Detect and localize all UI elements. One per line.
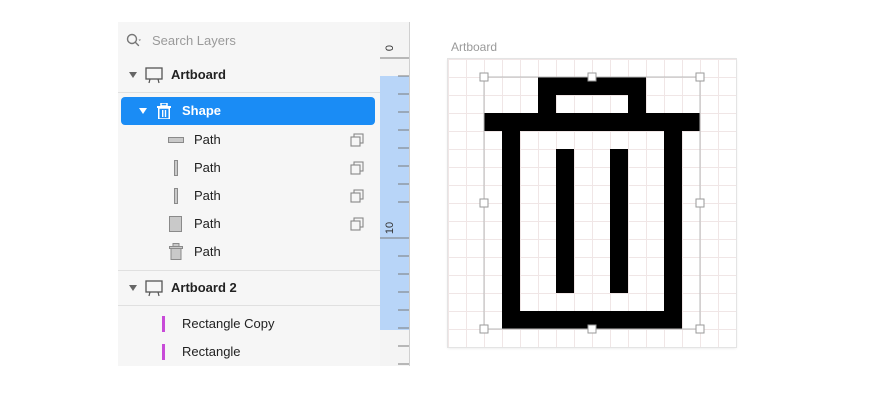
duplicate-icon[interactable] [350, 161, 364, 175]
layer-rectangle[interactable]: Rectangle [118, 338, 380, 366]
disclosure-triangle-icon[interactable] [138, 97, 148, 125]
resize-handle [695, 198, 705, 208]
ruler-ticks [380, 57, 409, 365]
artboard-icon [145, 67, 163, 84]
horizontal-bar-icon [168, 137, 184, 143]
trash-icon [157, 103, 171, 119]
search-input[interactable] [152, 31, 362, 49]
magenta-line-icon [162, 344, 165, 360]
ruler-label-10: 10 [384, 221, 396, 235]
vertical-bar-icon [174, 188, 178, 204]
resize-handle [587, 72, 597, 82]
duplicate-icon[interactable] [350, 189, 364, 203]
layer-artboard[interactable]: Artboard [118, 58, 380, 93]
layer-path[interactable]: Path [118, 182, 380, 210]
trash-shape[interactable] [448, 59, 736, 347]
duplicate-icon[interactable] [350, 133, 364, 147]
layer-label: Path [194, 160, 221, 175]
layer-label: Rectangle [182, 344, 241, 359]
duplicate-icon[interactable] [350, 217, 364, 231]
layer-path[interactable]: Path [118, 238, 380, 266]
layer-path[interactable]: Path [118, 210, 380, 238]
disclosure-triangle-icon[interactable] [128, 58, 138, 92]
ruler-label-0: 0 [384, 44, 396, 52]
layer-label: Path [194, 188, 221, 203]
artboard-canvas[interactable] [448, 59, 736, 347]
resize-handle [587, 324, 597, 334]
layers-panel: Artboard Shape Path Path [118, 22, 381, 366]
magenta-line-icon [162, 316, 165, 332]
layer-rectangle-copy[interactable]: Rectangle Copy [118, 310, 380, 338]
layer-label: Path [194, 132, 221, 147]
resize-handle [695, 72, 705, 82]
resize-handle [695, 324, 705, 334]
layer-shape[interactable]: Shape [121, 97, 375, 125]
resize-handle [479, 72, 489, 82]
layer-label: Path [194, 216, 221, 231]
vertical-bar-icon [174, 160, 178, 176]
layer-label: Path [194, 244, 221, 259]
layer-label: Rectangle Copy [182, 316, 275, 331]
resize-handle [479, 324, 489, 334]
layer-artboard-2[interactable]: Artboard 2 [118, 270, 380, 306]
artboard-title[interactable]: Artboard [451, 40, 497, 54]
search-icon[interactable] [126, 33, 142, 49]
layer-label: Shape [182, 103, 222, 118]
layer-path[interactable]: Path [118, 126, 380, 154]
layer-path[interactable]: Path [118, 154, 380, 182]
disclosure-triangle-icon[interactable] [128, 271, 138, 305]
artboard-icon [145, 280, 163, 297]
layer-label: Artboard 2 [171, 280, 237, 295]
resize-handle [479, 198, 489, 208]
rectangle-icon [169, 216, 182, 232]
vertical-ruler[interactable]: 0 10 [380, 22, 410, 366]
trash-path-icon [169, 243, 183, 260]
layers-search-bar [118, 22, 380, 59]
layer-label: Artboard [171, 67, 226, 82]
